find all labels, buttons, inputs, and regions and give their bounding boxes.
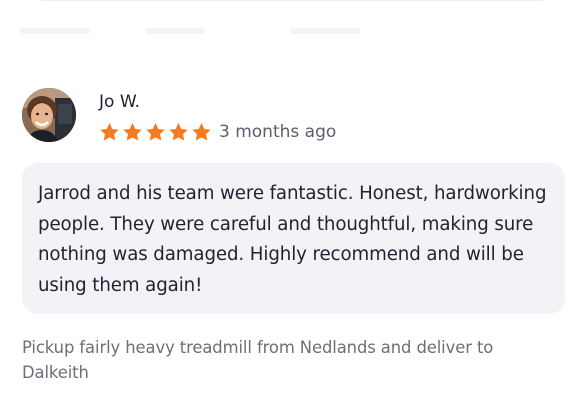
reviewer-name: Jo W. — [99, 92, 141, 112]
star-icon — [168, 122, 189, 142]
star-rating — [99, 122, 214, 142]
review-text: Jarrod and his team were fantastic. Hone… — [38, 183, 547, 296]
star-icon — [191, 122, 212, 142]
star-icon — [145, 122, 166, 142]
review-page: Jo W. 3 months ago Jarrod and his team w… — [0, 0, 587, 417]
review-text-bubble: Jarrod and his team were fantastic. Hone… — [22, 163, 565, 314]
previous-card-edge — [32, 0, 554, 1]
job-description: Pickup fairly heavy treadmill from Nedla… — [22, 338, 494, 382]
star-icon — [99, 122, 120, 142]
reviewer-photo — [22, 88, 76, 142]
star-icon — [122, 122, 143, 142]
faded-previous-content — [20, 28, 380, 34]
rating-row: 3 months ago — [99, 120, 336, 144]
review-date: 3 months ago — [219, 122, 337, 142]
reviewer-avatar — [22, 88, 76, 142]
